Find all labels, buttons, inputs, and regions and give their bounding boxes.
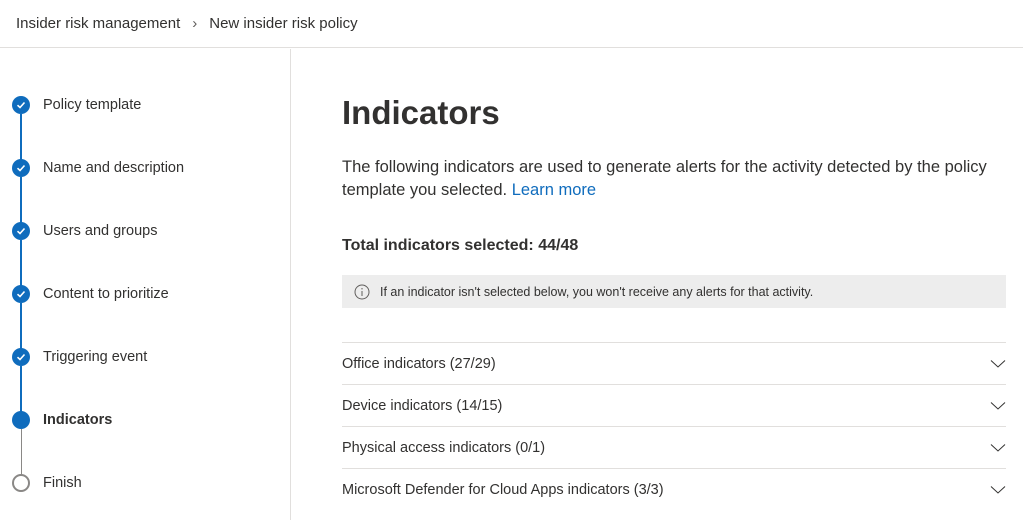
step-name-and-description[interactable]: Name and description — [12, 159, 184, 177]
checkmark-icon — [12, 96, 30, 114]
total-indicators: Total indicators selected: 44/48 — [342, 237, 579, 254]
breadcrumb-current: New insider risk policy — [209, 15, 358, 32]
step-indicators[interactable]: Indicators — [12, 411, 112, 429]
step-triggering-event[interactable]: Triggering event — [12, 348, 147, 366]
step-connector — [20, 177, 22, 223]
checkmark-icon — [12, 285, 30, 303]
checkmark-icon — [12, 222, 30, 240]
info-text: If an indicator isn't selected below, yo… — [380, 284, 814, 299]
indicator-group-label: Office indicators (27/29) — [342, 355, 496, 372]
indicator-group[interactable]: Office indicators (27/29) — [342, 342, 1006, 384]
breadcrumb-root-link[interactable]: Insider risk management — [16, 15, 180, 32]
page-title: Indicators — [342, 94, 500, 131]
step-label: Name and description — [43, 160, 185, 176]
step-connector — [20, 303, 22, 349]
step-connector — [20, 240, 22, 286]
chevron-down-icon — [990, 443, 1006, 452]
info-icon — [354, 284, 370, 299]
step-label: Indicators — [43, 412, 113, 428]
description-text: The following indicators are used to gen… — [342, 158, 987, 199]
step-connector — [20, 114, 22, 160]
step-connector — [20, 366, 22, 412]
checkmark-icon — [12, 159, 30, 177]
step-label: Users and groups — [43, 223, 158, 239]
indicator-group-label: Device indicators (14/15) — [342, 397, 503, 414]
step-connector — [20, 429, 22, 475]
chevron-down-icon — [990, 401, 1006, 410]
step-policy-template[interactable]: Policy template — [12, 96, 141, 114]
chevron-down-icon — [990, 359, 1006, 368]
chevron-down-icon — [990, 485, 1006, 494]
indicator-group[interactable]: Device indicators (14/15) — [342, 384, 1006, 426]
step-label: Finish — [43, 475, 82, 491]
checkmark-icon — [12, 348, 30, 366]
step-content-to-prioritize[interactable]: Content to prioritize — [12, 285, 169, 303]
chevron-right-icon: › — [192, 15, 198, 32]
indicator-group[interactable]: Microsoft Defender for Cloud Apps indica… — [342, 468, 1006, 510]
description: The following indicators are used to gen… — [342, 156, 1012, 202]
indicator-group-label: Physical access indicators (0/1) — [342, 439, 546, 456]
indicator-group-label: Microsoft Defender for Cloud Apps indica… — [342, 481, 664, 498]
current-step-icon — [12, 411, 30, 429]
step-users-and-groups[interactable]: Users and groups — [12, 222, 157, 240]
indicator-group[interactable]: Physical access indicators (0/1) — [342, 426, 1006, 468]
step-label: Content to prioritize — [43, 286, 169, 302]
step-label: Policy template — [43, 97, 142, 113]
step-label: Triggering event — [43, 349, 148, 365]
info-banner: If an indicator isn't selected below, yo… — [342, 275, 1006, 308]
breadcrumb: Insider risk management › New insider ri… — [0, 0, 1023, 48]
learn-more-link[interactable]: Learn more — [512, 181, 596, 199]
wizard-steps: Indicators Finish Policy template Name an… — [0, 49, 291, 520]
step-finish[interactable]: Finish — [12, 474, 82, 492]
empty-circle-icon — [12, 474, 30, 492]
